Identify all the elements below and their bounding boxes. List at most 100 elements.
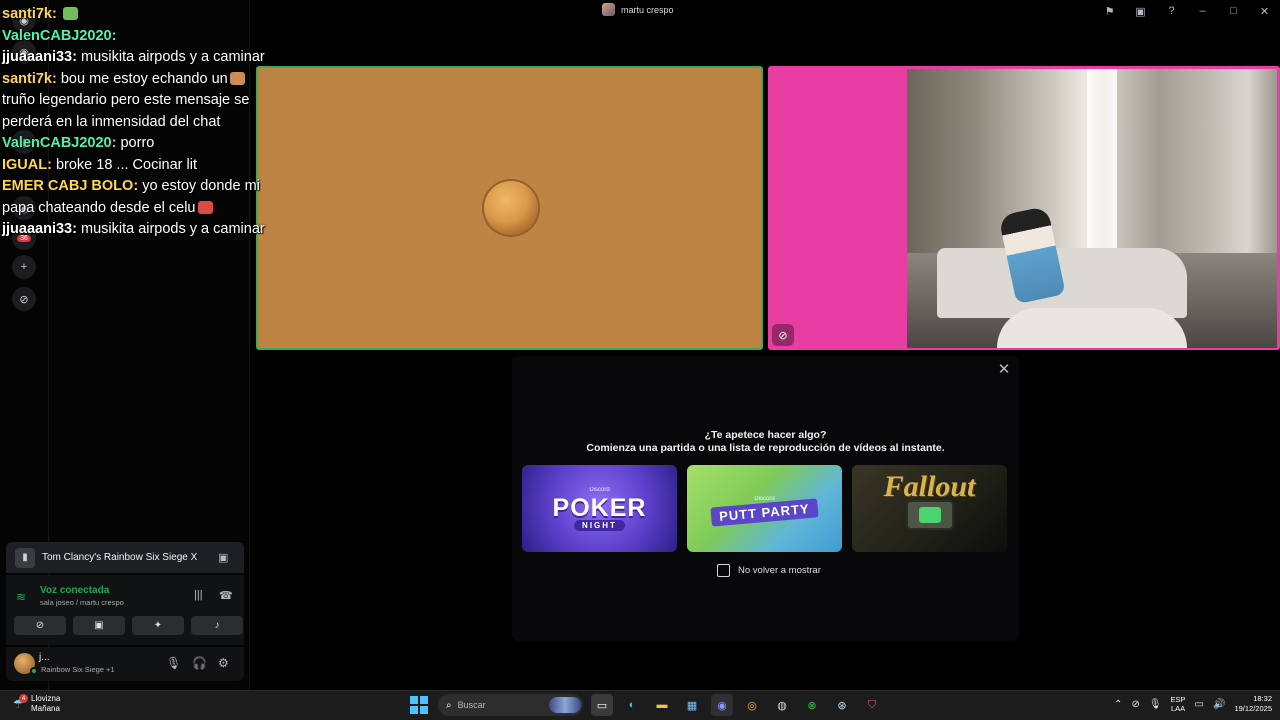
network-off-icon[interactable]: ⊘ (1131, 699, 1139, 710)
chat-username: santi7k: (2, 6, 57, 22)
chat-message: ValenCABJ2020: (2, 26, 332, 48)
store-icon[interactable]: ▦ (681, 694, 703, 716)
flag-icon[interactable]: ⚑ (1094, 0, 1125, 22)
chat-message: ValenCABJ2020: porro (2, 133, 332, 155)
chat-username: EMER CABJ BOLO: (2, 178, 139, 194)
chat-text: musikita airpods y a caminar (80, 221, 265, 237)
clock[interactable]: 18:32 19/12/2025 (1234, 694, 1272, 714)
weather-widget[interactable]: ☂ 4 Llovizna Mañana (10, 694, 60, 714)
chat-text: truño legendario pero este mensaje se (2, 92, 250, 108)
activities-button[interactable]: ✦ (132, 616, 184, 635)
settings-gear-icon[interactable]: ⚙ (218, 656, 229, 670)
edge-icon[interactable]: ◐ (621, 694, 643, 716)
chat-username: santi7k: (2, 70, 57, 87)
chat-text: yo estoy donde mi (142, 178, 260, 194)
xbox-icon[interactable]: ⊗ (801, 694, 823, 716)
maximize-icon[interactable]: □ (1218, 0, 1249, 22)
camera-lamp (997, 308, 1187, 348)
chat-message: jjuaaani33: musikita airpods y a caminar (2, 219, 332, 241)
game-activity-card[interactable]: ▮ Tom Clancy's Rainbow Six Siege X ▣ (6, 542, 244, 573)
chevron-up-icon[interactable]: ⌃ (1114, 699, 1122, 710)
video-tile-camera[interactable]: ⊘ (768, 66, 1280, 350)
shield-app-icon[interactable]: ⛉ (861, 694, 883, 716)
chat-username: jjuaaani33: (2, 221, 77, 237)
title-center: martu crespo (602, 3, 674, 16)
voice-status[interactable]: Voz conectada (40, 585, 109, 596)
video-tile-speaking[interactable] (256, 66, 763, 350)
close-window-icon[interactable]: ✕ (1249, 0, 1280, 22)
chat-message: papa chateando desde el celu (2, 198, 332, 220)
title-bar: martu crespo ⚑ ▣ ? – □ ✕ (250, 0, 1280, 22)
search-placeholder: Buscar (457, 700, 486, 710)
chat-message: EMER CABJ BOLO: yo estoy donde mi (2, 176, 332, 198)
voice-connection-panel: ≋ Voz conectada sala joseo / martu cresp… (6, 575, 244, 645)
screen-share-icon[interactable]: ▣ (1125, 0, 1156, 22)
close-icon[interactable]: ✕ (995, 360, 1013, 378)
weather-badge: 4 (19, 694, 28, 703)
noise-suppression-icon[interactable]: ||| (194, 589, 203, 601)
chat-message: truño legendario pero este mensaje se (2, 90, 332, 112)
mic-tray-icon[interactable]: 🎙 (1149, 699, 1162, 710)
chat-username: jjuaaani33: (2, 49, 77, 65)
explore-icon[interactable]: ⊘ (12, 287, 36, 311)
card-title: Fallout (883, 469, 976, 503)
activity-title: ¿Te apetece hacer algo? (704, 429, 827, 441)
chat-text: papa chateando desde el celu (2, 199, 196, 216)
language-indicator[interactable]: ESP LAA (1171, 695, 1186, 713)
activity-card-putt-party[interactable]: Discord PUTT PARTY (687, 465, 842, 552)
disconnect-icon[interactable]: ☎ (219, 589, 233, 602)
emote-icon (62, 7, 78, 20)
activity-prompt: ✕ ¿Te apetece hacer algo? Comienza una p… (512, 356, 1019, 641)
headphones-icon[interactable]: 🎧 (192, 656, 207, 670)
card-title: POKER (552, 493, 647, 522)
soundboard-button[interactable]: ♪ (191, 616, 243, 635)
user-name[interactable]: j... (39, 652, 50, 663)
chat-text: musikita airpods y a caminar (80, 49, 265, 65)
clock-date: 19/12/2025 (1234, 704, 1272, 713)
microphone-icon[interactable]: 🎙 (166, 656, 181, 670)
steam-icon[interactable]: ⊛ (831, 694, 853, 716)
discord-badge: Discord (589, 486, 610, 493)
chat-message: santi7k: bou me estoy echando un (2, 69, 332, 91)
dont-show-checkbox[interactable] (717, 564, 730, 577)
camera-feed (907, 69, 1277, 348)
task-view-icon[interactable]: ▭ (591, 694, 613, 716)
user-activity: Rainbow Six Siege +1 (41, 665, 115, 674)
chat-overlay: santi7k: ValenCABJ2020: jjuaaani33: musi… (2, 4, 332, 241)
file-explorer-icon[interactable]: ▬ (651, 694, 673, 716)
obs-icon[interactable]: ◍ (771, 694, 793, 716)
pipboy-icon (905, 499, 954, 530)
user-panel: j... Rainbow Six Siege +1 🎙 🎧 ⚙ (6, 647, 244, 681)
system-tray: ⌃ ⊘ 🎙 ESP LAA ▭ 🔊 18:32 19/12/2025 (1114, 694, 1272, 714)
minimize-icon[interactable]: – (1187, 0, 1218, 22)
help-icon[interactable]: ? (1156, 0, 1187, 22)
camera-off-button[interactable]: ⊘ (14, 616, 66, 635)
share-screen-button[interactable]: ▣ (73, 616, 125, 635)
search-icon: ⌕ (446, 699, 452, 711)
chat-text: perderá en la inmensidad del chat (2, 113, 221, 130)
card-title: PUTT PARTY (710, 497, 819, 527)
muted-mic-icon: ⊘ (772, 324, 794, 346)
emote-icon (229, 71, 245, 85)
activity-subtitle: Comienza una partida o una lista de repr… (586, 442, 945, 454)
volume-icon[interactable]: 🔊 (1213, 699, 1225, 710)
taskbar-apps: ⌕ Buscar ▭ ◐ ▬ ▦ ◉ ◎ ◍ ⊗ ⊛ ⛉ (408, 694, 883, 716)
stream-game-icon[interactable]: ▣ (218, 551, 236, 564)
display-icon[interactable]: ▭ (1195, 699, 1204, 710)
add-server-icon[interactable]: + (12, 255, 36, 279)
discord-badge: Discord (754, 495, 775, 502)
discord-icon[interactable]: ◉ (711, 694, 733, 716)
signal-icon[interactable]: ≋ (16, 590, 26, 604)
status-dot (30, 667, 38, 675)
activity-card-fallout[interactable]: Fallout (852, 465, 1007, 552)
chrome-icon[interactable]: ◎ (741, 694, 763, 716)
voice-channel[interactable]: sala joseo / martu crespo (40, 598, 124, 607)
activity-card-poker[interactable]: Discord POKER NIGHT (522, 465, 677, 552)
taskbar-search[interactable]: ⌕ Buscar (438, 694, 583, 716)
dont-show-again[interactable]: No volver a mostrar (717, 564, 821, 577)
chat-message: santi7k: (2, 4, 332, 26)
windows-start-icon[interactable] (408, 694, 430, 716)
avatar (484, 181, 538, 235)
weather-time: Mañana (31, 704, 60, 713)
title-avatar (602, 3, 615, 16)
